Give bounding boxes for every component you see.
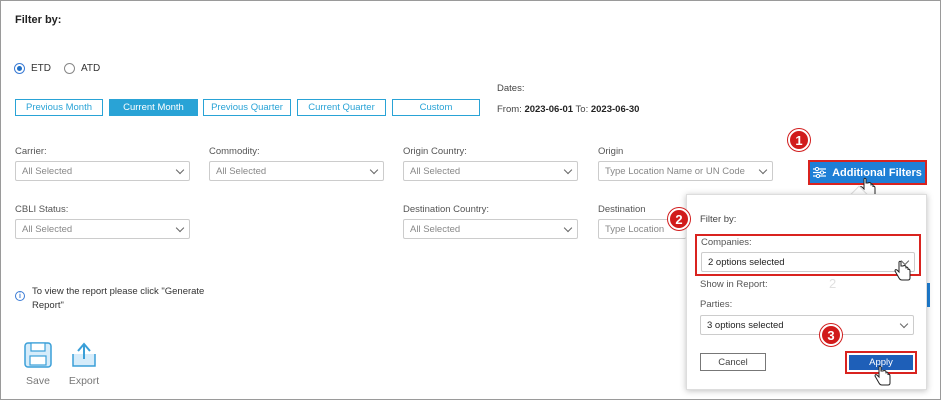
cancel-button[interactable]: Cancel — [700, 353, 766, 371]
companies-value: 2 options selected — [708, 256, 785, 268]
destination-country-label: Destination Country: — [403, 204, 490, 215]
parties-select[interactable]: 3 options selected — [700, 315, 914, 335]
show-in-report-label: Show in Report: — [700, 279, 768, 290]
atd-label: ATD — [81, 63, 101, 74]
chevron-down-icon — [758, 165, 768, 175]
callout-badge-1: 1 — [788, 129, 810, 151]
destination-label: Destination — [598, 204, 646, 215]
dates-label: Dates: — [497, 83, 525, 94]
carrier-value: All Selected — [22, 165, 73, 177]
info-text: To view the report please click "Generat… — [32, 286, 205, 311]
save-label[interactable]: Save — [18, 375, 58, 387]
parties-value: 3 options selected — [707, 319, 784, 331]
origin-placeholder: Type Location Name or UN Code — [605, 165, 745, 177]
chevron-down-icon — [563, 165, 573, 175]
cbli-status-value: All Selected — [22, 223, 73, 235]
companies-highlight: Companies: 2 options selected — [695, 234, 921, 276]
atd-radio[interactable] — [64, 63, 75, 74]
radio-selected-dot — [17, 66, 22, 71]
custom-button[interactable]: Custom — [392, 99, 480, 116]
to-label: To: — [575, 104, 589, 115]
chevron-down-icon — [175, 223, 185, 233]
origin-country-label: Origin Country: — [403, 146, 467, 157]
carrier-label: Carrier: — [15, 146, 47, 157]
sliders-icon — [813, 167, 827, 178]
current-month-button[interactable]: Current Month — [109, 99, 198, 116]
save-icon[interactable] — [24, 342, 52, 368]
carrier-select[interactable]: All Selected — [15, 161, 190, 181]
popup-title: Filter by: — [700, 214, 737, 225]
destination-placeholder: Type Location — [605, 223, 665, 235]
hand-cursor-icon — [874, 365, 891, 386]
commodity-select[interactable]: All Selected — [209, 161, 384, 181]
from-label: From: — [497, 104, 522, 115]
dates-range: From: 2023-06-01 To: 2023-06-30 — [497, 104, 639, 115]
cbli-status-select[interactable]: All Selected — [15, 219, 190, 239]
origin-input[interactable]: Type Location Name or UN Code — [598, 161, 773, 181]
chevron-down-icon — [563, 223, 573, 233]
origin-country-value: All Selected — [410, 165, 461, 177]
export-icon[interactable] — [70, 342, 98, 368]
chevron-down-icon — [899, 319, 909, 329]
companies-select[interactable]: 2 options selected — [701, 252, 915, 272]
to-date: 2023-06-30 — [590, 104, 640, 115]
commodity-value: All Selected — [216, 165, 267, 177]
cbli-status-label: CBLI Status: — [15, 204, 69, 215]
destination-country-select[interactable]: All Selected — [403, 219, 578, 239]
parties-label: Parties: — [700, 299, 733, 310]
from-date: 2023-06-01 — [524, 104, 574, 115]
previous-quarter-button[interactable]: Previous Quarter — [203, 99, 291, 116]
callout-badge-2: 2 — [668, 208, 690, 230]
previous-month-button[interactable]: Previous Month — [15, 99, 103, 116]
additional-filters-popup: Filter by: Companies: 2 options selected… — [686, 194, 927, 390]
current-quarter-button[interactable]: Current Quarter — [297, 99, 386, 116]
commodity-label: Commodity: — [209, 146, 260, 157]
chevron-down-icon — [175, 165, 185, 175]
export-label[interactable]: Export — [62, 375, 106, 387]
origin-label: Origin — [598, 146, 624, 157]
chevron-down-icon — [369, 165, 379, 175]
etd-label: ETD — [31, 63, 51, 74]
callout-badge-3: 3 — [820, 324, 842, 346]
destination-country-value: All Selected — [410, 223, 461, 235]
ghost-number: 2 — [829, 276, 837, 291]
info-icon: i — [15, 291, 25, 301]
hand-cursor-icon — [894, 260, 911, 281]
companies-label: Companies: — [701, 237, 752, 248]
date-type-radio-group: ETD ATD — [14, 63, 113, 74]
etd-radio[interactable] — [14, 63, 25, 74]
origin-country-select[interactable]: All Selected — [403, 161, 578, 181]
filter-title: Filter by: — [15, 14, 62, 26]
